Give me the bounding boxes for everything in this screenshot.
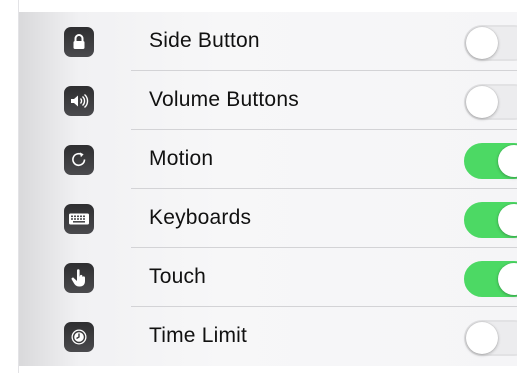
screen: Side Button Volume Buttons Motion Keyboa… bbox=[0, 0, 517, 373]
setting-label: Time Limit bbox=[149, 324, 248, 347]
keyboards-toggle[interactable] bbox=[464, 202, 517, 238]
touch-toggle[interactable] bbox=[464, 261, 517, 297]
setting-row-touch[interactable]: Touch bbox=[19, 248, 517, 307]
lock-icon bbox=[64, 27, 94, 57]
toggle-knob bbox=[466, 86, 498, 118]
time-limit-toggle[interactable] bbox=[464, 320, 517, 356]
setting-label: Motion bbox=[149, 147, 214, 170]
toggle-knob bbox=[498, 263, 517, 295]
toggle-knob bbox=[498, 204, 517, 236]
setting-label: Keyboards bbox=[149, 206, 252, 229]
setting-row-volume-buttons[interactable]: Volume Buttons bbox=[19, 71, 517, 130]
setting-label: Touch bbox=[149, 265, 207, 288]
toggle-knob bbox=[466, 322, 498, 354]
setting-label: Side Button bbox=[149, 29, 260, 52]
volume-icon bbox=[64, 86, 94, 116]
side-button-toggle[interactable] bbox=[464, 25, 517, 61]
setting-row-time-limit[interactable]: Time Limit bbox=[19, 307, 517, 366]
setting-row-side-button[interactable]: Side Button bbox=[19, 12, 517, 71]
volume-buttons-toggle[interactable] bbox=[464, 84, 517, 120]
setting-label: Volume Buttons bbox=[149, 88, 299, 111]
setting-row-keyboards[interactable]: Keyboards bbox=[19, 189, 517, 248]
toggle-knob bbox=[498, 145, 517, 177]
settings-list: Side Button Volume Buttons Motion Keyboa… bbox=[19, 12, 517, 366]
toggle-knob bbox=[466, 27, 498, 59]
touch-hand-icon bbox=[64, 263, 94, 293]
rotate-icon bbox=[64, 145, 94, 175]
keyboard-icon bbox=[64, 204, 94, 234]
timer-icon bbox=[64, 322, 94, 352]
setting-row-motion[interactable]: Motion bbox=[19, 130, 517, 189]
motion-toggle[interactable] bbox=[464, 143, 517, 179]
